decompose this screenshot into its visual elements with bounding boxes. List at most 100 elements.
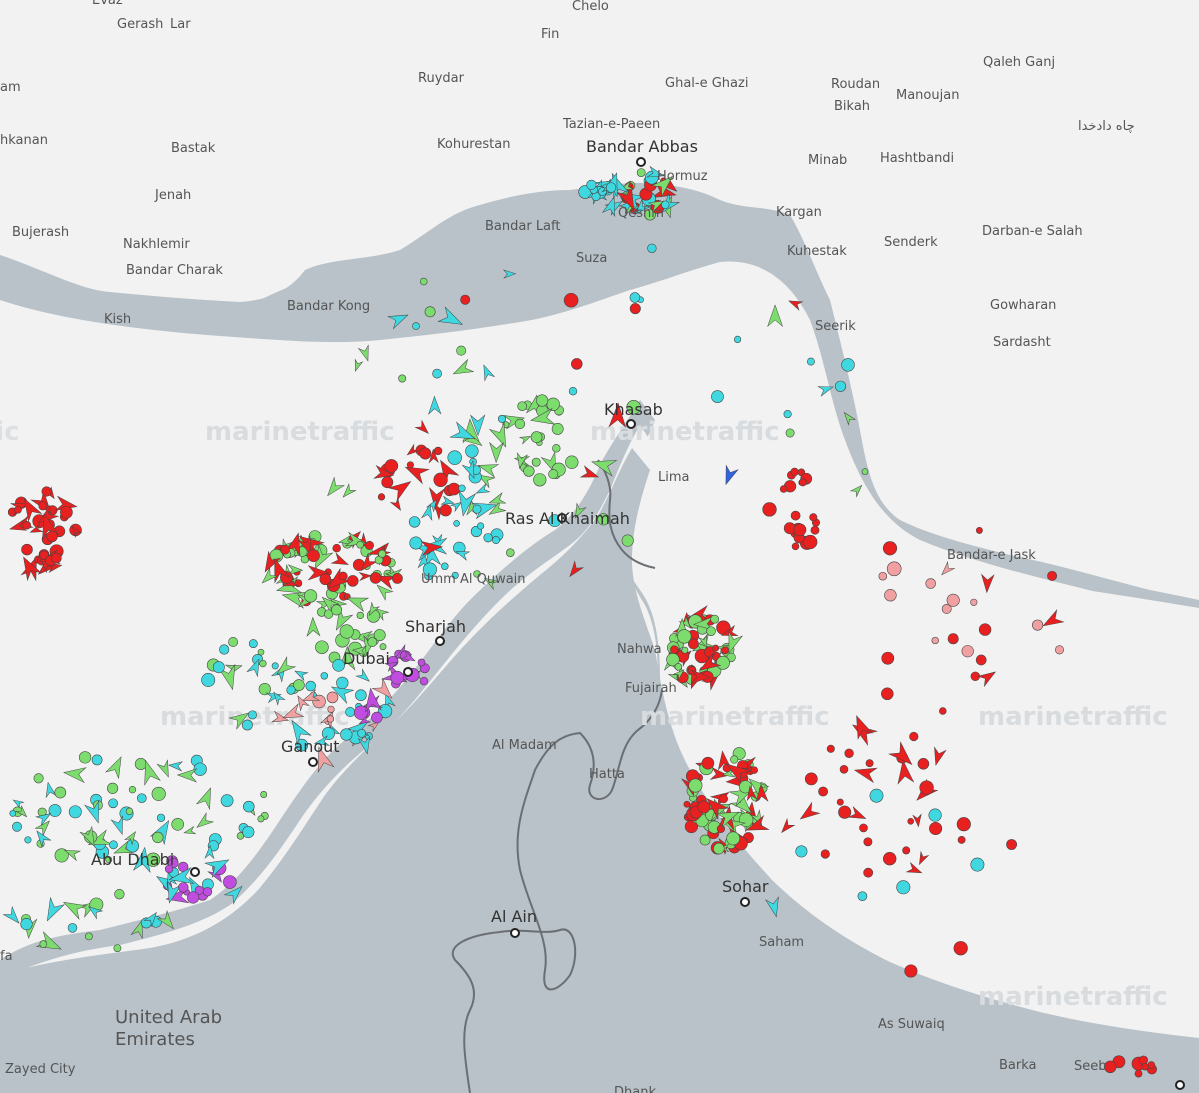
vessel-anchored[interactable] [248, 639, 258, 649]
vessel-anchored[interactable] [417, 658, 426, 667]
vessel-anchored[interactable] [836, 798, 844, 806]
vessel-anchored[interactable] [919, 780, 934, 795]
vessel-anchored[interactable] [571, 358, 583, 370]
vessel-anchored[interactable] [929, 821, 943, 836]
vessel-anchored[interactable] [806, 357, 815, 366]
vessel-anchored[interactable] [909, 731, 919, 742]
vessel-anchored[interactable] [605, 182, 617, 193]
vessel-anchored[interactable] [347, 575, 359, 587]
vessel-anchored[interactable] [327, 705, 335, 713]
port-marker[interactable] [636, 157, 646, 167]
vessel-anchored[interactable] [384, 459, 399, 473]
vessel-anchored[interactable] [878, 571, 888, 581]
vessel-anchored[interactable] [928, 808, 942, 822]
port-marker[interactable] [1175, 1080, 1185, 1090]
vessel-anchored[interactable] [9, 810, 17, 817]
vessel-anchored[interactable] [978, 623, 992, 636]
vessel-anchored[interactable] [453, 520, 460, 527]
vessel-anchored[interactable] [50, 552, 62, 564]
vessel-anchored[interactable] [548, 469, 559, 480]
vessel-anchored[interactable] [726, 831, 741, 846]
vessel-anchored[interactable] [243, 800, 255, 813]
vessel-anchored[interactable] [783, 522, 796, 535]
map-canvas[interactable]: marinetraffic marinetraffic marinetraffi… [0, 0, 1199, 1093]
vessel-anchored[interactable] [712, 644, 720, 652]
vessel-anchored[interactable] [331, 604, 342, 616]
vessel-anchored[interactable] [419, 277, 428, 286]
vessel-anchored[interactable] [257, 815, 265, 823]
vessel-anchored[interactable] [563, 292, 579, 308]
vessel-anchored[interactable] [861, 468, 869, 475]
vessel-anchored[interactable] [458, 484, 466, 493]
vessel-anchored[interactable] [305, 680, 316, 692]
vessel-anchored[interactable] [460, 294, 471, 305]
vessel-anchored[interactable] [1006, 839, 1018, 850]
vessel-anchored[interactable] [670, 645, 679, 654]
vessel-anchored[interactable] [621, 534, 634, 547]
vessel-anchored[interactable] [531, 457, 541, 467]
vessel-anchored[interactable] [683, 800, 691, 808]
vessel-anchored[interactable] [975, 526, 983, 534]
vessel-anchored[interactable] [242, 825, 255, 839]
vessel-anchored[interactable] [408, 516, 421, 528]
vessel-anchored[interactable] [546, 397, 560, 411]
vessel-anchored[interactable] [447, 450, 462, 465]
vessel-anchored[interactable] [798, 478, 807, 487]
vessel-anchored[interactable] [552, 444, 561, 453]
vessel-anchored[interactable] [136, 793, 147, 804]
vessel-anchored[interactable] [826, 744, 835, 753]
vessel-anchored[interactable] [970, 598, 978, 606]
vessel-anchored[interactable] [46, 530, 58, 543]
vessel-anchored[interactable] [332, 543, 341, 553]
vessel-anchored[interactable] [41, 486, 52, 497]
vessel-anchored[interactable] [68, 805, 82, 819]
vessel-anchored[interactable] [1032, 619, 1044, 631]
vessel-anchored[interactable] [134, 758, 147, 770]
vessel-anchored[interactable] [212, 661, 225, 674]
vessel-anchored[interactable] [286, 685, 296, 695]
vessel-anchored[interactable] [970, 857, 985, 872]
vessel-anchored[interactable] [716, 655, 730, 670]
vessel-anchored[interactable] [1054, 645, 1065, 655]
vessel-anchored[interactable] [406, 461, 414, 469]
vessel-anchored[interactable] [517, 401, 528, 412]
vessel-anchored[interactable] [433, 472, 448, 487]
vessel-anchored[interactable] [419, 447, 432, 460]
vessel-anchored[interactable] [152, 831, 164, 844]
vessel-anchored[interactable] [881, 687, 894, 701]
vessel-anchored[interactable] [472, 504, 482, 514]
vessel-anchored[interactable] [629, 292, 641, 303]
vessel-anchored[interactable] [939, 707, 947, 715]
vessel-anchored[interactable] [85, 932, 93, 941]
vessel-anchored[interactable] [961, 645, 974, 658]
vessel-anchored[interactable] [886, 561, 902, 577]
vessel-anchored[interactable] [355, 689, 367, 701]
vessel-anchored[interactable] [902, 846, 911, 855]
vessel-anchored[interactable] [734, 335, 742, 343]
vessel-anchored[interactable] [465, 444, 479, 458]
vessel-anchored[interactable] [1141, 1062, 1149, 1071]
vessel-anchored[interactable] [857, 891, 868, 902]
vessel-anchored[interactable] [1134, 1069, 1143, 1078]
vessel-anchored[interactable] [381, 476, 394, 489]
vessel-anchored[interactable] [378, 549, 387, 558]
port-marker[interactable] [510, 928, 520, 938]
vessel-anchored[interactable] [356, 611, 364, 620]
vessel-anchored[interactable] [804, 772, 818, 786]
vessel-anchored[interactable] [14, 505, 22, 514]
vessel-anchored[interactable] [790, 510, 801, 521]
vessel-anchored[interactable] [54, 786, 67, 799]
port-marker[interactable] [740, 897, 750, 907]
vessel-anchored[interactable] [187, 891, 200, 904]
vessel-anchored[interactable] [12, 821, 22, 832]
vessel-anchored[interactable] [220, 794, 234, 807]
map-view[interactable]: marinetraffic marinetraffic marinetraffi… [0, 0, 1199, 1093]
vessel-anchored[interactable] [447, 482, 461, 496]
vessel-anchored[interactable] [367, 637, 378, 647]
vessel-anchored[interactable] [859, 823, 868, 833]
vessel-anchored[interactable] [22, 521, 32, 530]
vessel-anchored[interactable] [565, 455, 579, 469]
vessel-anchored[interactable] [24, 836, 32, 844]
vessel-anchored[interactable] [202, 887, 213, 897]
vessel-anchored[interactable] [820, 849, 830, 859]
